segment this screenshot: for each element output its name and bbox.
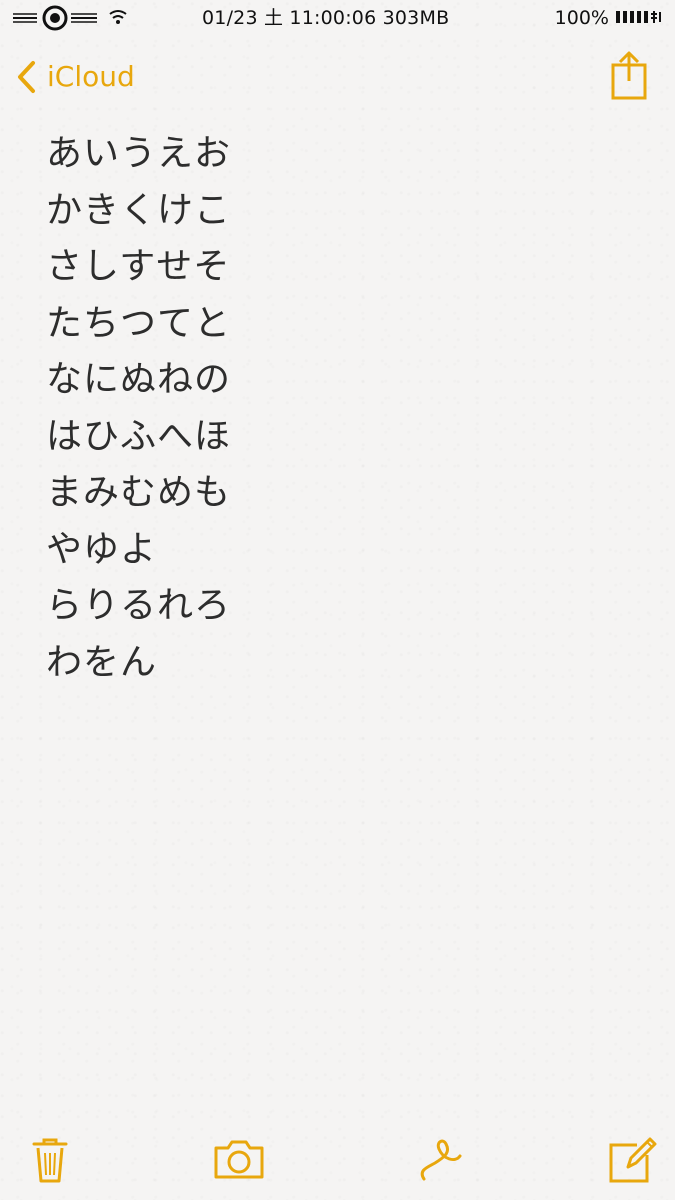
wifi-icon	[109, 10, 127, 24]
note-line-ra-row: らりるれろ	[46, 585, 232, 626]
status-bar: 01/23 土 11:00:06 303MB 100%	[0, 0, 675, 38]
chevron-left-icon	[18, 61, 35, 93]
status-date-time-memory: 01/23 土 11:00:06 303MB	[202, 7, 450, 29]
compose-note-button[interactable]	[606, 1134, 658, 1186]
camera-button[interactable]	[213, 1134, 265, 1186]
note-body[interactable]: あいうえお かきくけこ さしすせそ たちつてと なにぬねの はひふへほ まみむめ…	[46, 126, 566, 691]
note-line-ha-row: はひふへほ	[46, 415, 232, 457]
note-line-na-row: なにぬねの	[46, 359, 232, 400]
note-toolbar	[0, 1114, 675, 1200]
note-line-a-row: あいうえお	[46, 133, 232, 174]
battery-percent: 100%	[554, 7, 609, 29]
battery-icon	[616, 11, 661, 23]
share-icon[interactable]	[611, 50, 647, 100]
note-line-ya-row: やゆよ	[46, 528, 158, 570]
back-button-label: iCloud	[47, 60, 135, 93]
note-line-wa-row: わをん	[46, 641, 158, 683]
note-line-ma-row: まみむめも	[46, 472, 232, 513]
status-indicator-icon	[13, 5, 97, 31]
compose-icon	[609, 1137, 657, 1183]
note-line-ka-row: かきくけこ	[46, 189, 232, 231]
camera-icon	[214, 1140, 264, 1179]
back-to-icloud-button[interactable]: iCloud	[15, 57, 135, 97]
trash-icon	[32, 1138, 68, 1183]
note-line-ta-row: たちつてと	[46, 302, 232, 344]
delete-note-button[interactable]	[24, 1134, 76, 1186]
sketch-button[interactable]	[414, 1134, 466, 1186]
note-line-sa-row: さしすせそ	[46, 246, 231, 287]
sketch-icon	[420, 1139, 462, 1181]
note-navigation-bar: iCloud	[0, 45, 675, 109]
